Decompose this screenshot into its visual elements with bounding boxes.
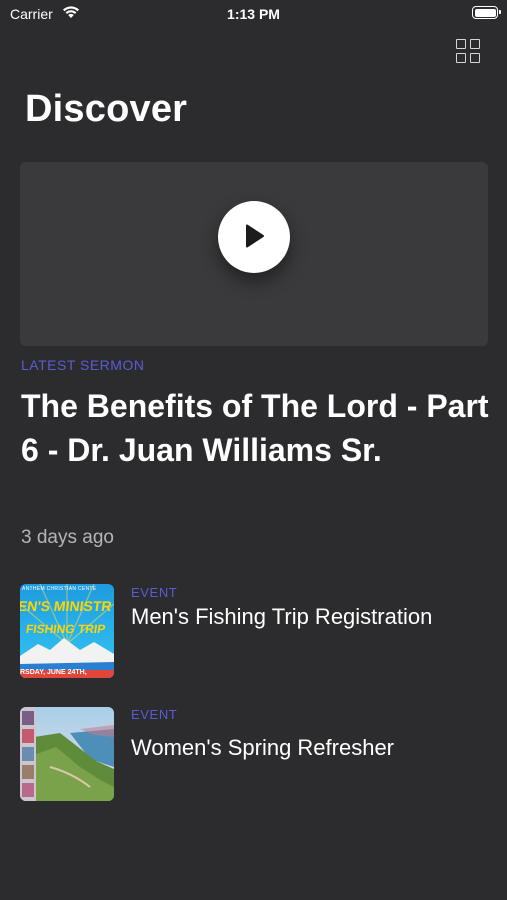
grid-cell-icon [456, 53, 466, 63]
event-title: Men's Fishing Trip Registration [131, 604, 433, 629]
thumb-date-text: RSDAY, JUNE 24TH, [20, 669, 87, 676]
play-button[interactable] [218, 201, 290, 273]
page-title: Discover [25, 88, 188, 130]
grid-view-button[interactable] [455, 38, 483, 66]
play-icon [246, 224, 264, 248]
thumb-header-text: ANTHEM CHRISTIAN CENTE [22, 586, 97, 592]
featured-video-card[interactable] [20, 162, 488, 346]
event-title: Women's Spring Refresher [131, 735, 395, 760]
event-thumbnail-fishing: ANTHEM CHRISTIAN CENTE EN'S MINISTR FISH… [20, 584, 114, 678]
event-thumbnail-refresher [20, 707, 114, 801]
latest-sermon-label: LATEST SERMON [21, 357, 145, 373]
status-bar: Carrier 1:13 PM [0, 0, 507, 28]
event-tag: EVENT [131, 707, 178, 722]
event-tag: EVENT [131, 585, 178, 600]
grid-cell-icon [470, 53, 480, 63]
thumb-subtitle-text: FISHING TRIP [25, 622, 107, 636]
thumb-title-text: EN'S MINISTR [20, 598, 113, 614]
list-item-event-fishing-trip[interactable]: ANTHEM CHRISTIAN CENTE EN'S MINISTR FISH… [20, 584, 490, 679]
battery-icon [472, 6, 501, 19]
sermon-timestamp: 3 days ago [21, 527, 114, 548]
grid-view-icon [456, 39, 466, 49]
list-item-event-spring-refresher[interactable]: EVENT Women's Spring Refresher [20, 707, 490, 802]
sermon-title[interactable]: The Benefits of The Lord - Part 6 - Dr. … [21, 384, 491, 472]
coastal-landscape-photo [20, 707, 114, 801]
clock: 1:13 PM [227, 6, 280, 22]
grid-cell-icon [470, 39, 480, 49]
